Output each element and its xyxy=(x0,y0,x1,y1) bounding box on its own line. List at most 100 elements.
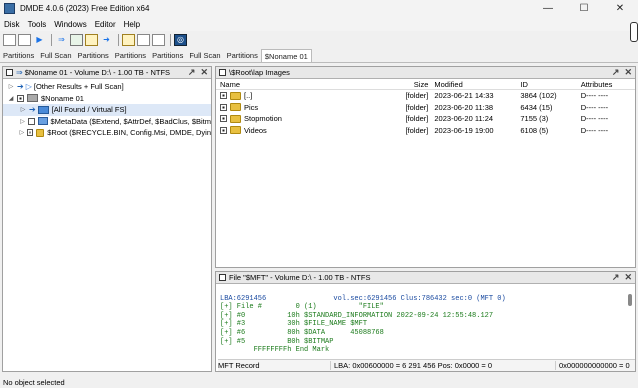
file-size: [folder] xyxy=(405,114,429,124)
column-size[interactable]: Size xyxy=(364,80,429,89)
folder-icon xyxy=(230,103,241,112)
tree-item-label: [All Found / Virtual FS] xyxy=(51,105,127,115)
file-id: 6434 (15) xyxy=(520,102,553,112)
menu-bar: Disk Tools Windows Editor Help xyxy=(0,17,638,31)
expand-icon[interactable]: ↗ xyxy=(612,67,620,78)
hex-view-icon[interactable] xyxy=(152,34,165,46)
tree-item[interactable]: ▷ ➔ ▷ [Other Results + Full Scan] xyxy=(3,81,211,93)
file-name: [..] xyxy=(244,91,253,101)
file-size: [folder] xyxy=(405,91,429,101)
file-id: 7155 (3) xyxy=(520,114,549,124)
panel-icon xyxy=(219,69,226,76)
close-icon[interactable]: ✕ xyxy=(200,67,208,78)
edit-icon[interactable] xyxy=(85,34,98,46)
tree-item-label: $MetaData ($Extend, $AttrDef, $BadClus, … xyxy=(50,116,211,126)
grid-icon[interactable] xyxy=(70,34,83,46)
record-status-bar: MFT Record LBA: 0x00600000 = 6 291 456 P… xyxy=(218,359,635,371)
file-name: Pics xyxy=(244,102,259,112)
collapse-arrow-icon[interactable]: ◢ xyxy=(7,95,15,102)
file-attributes: D---- ---- xyxy=(580,125,609,135)
close-button[interactable]: ✕ xyxy=(602,0,638,17)
expand-arrow-icon[interactable]: ▷ xyxy=(19,129,25,136)
tab-noname-01[interactable]: $Noname 01 xyxy=(260,49,312,62)
mft-record-panel: File "$MFT" - Volume D:\ - 1.00 TB - NTF… xyxy=(215,271,636,372)
tab-partitions[interactable]: Partitions xyxy=(149,49,186,62)
menu-tools[interactable]: Tools xyxy=(28,20,47,29)
file-name: Stopmotion xyxy=(244,114,282,124)
file-modified: 2023-06-20 11:24 xyxy=(434,114,494,124)
disk-image-icon[interactable]: ◎ xyxy=(174,34,187,46)
record-type: MFT Record xyxy=(218,361,260,370)
directory-tree: ▷ ➔ ▷ [Other Results + Full Scan] ◢ $Non… xyxy=(3,79,211,139)
tree-item[interactable]: ▷ $MetaData ($Extend, $AttrDef, $BadClus… xyxy=(3,116,211,128)
title-bar: DMDE 4.0.6 (2023) Free Edition x64 — ☐ ✕ xyxy=(0,0,638,17)
expand-arrow-icon[interactable]: ▷ xyxy=(19,106,27,113)
expand-icon[interactable]: ↗ xyxy=(612,272,620,283)
checkbox[interactable] xyxy=(220,126,227,134)
file-modified: 2023-06-20 11:38 xyxy=(434,102,494,112)
status-bar: No object selected xyxy=(0,376,638,388)
file-size: [folder] xyxy=(405,125,429,135)
toolbar-divider xyxy=(51,34,52,46)
menu-windows[interactable]: Windows xyxy=(54,20,86,29)
next-icon[interactable]: ➜ xyxy=(100,34,113,46)
column-id[interactable]: ID xyxy=(515,80,575,89)
checkbox[interactable] xyxy=(220,115,227,123)
close-icon[interactable]: ✕ xyxy=(624,272,632,283)
list-view-icon[interactable] xyxy=(137,34,150,46)
column-attributes[interactable]: Attributes xyxy=(576,80,635,89)
close-icon[interactable]: ✕ xyxy=(624,67,632,78)
expand-arrow-icon[interactable]: ▷ xyxy=(19,118,26,125)
checkbox[interactable] xyxy=(26,129,33,137)
menu-disk[interactable]: Disk xyxy=(4,20,20,29)
checkbox[interactable] xyxy=(220,92,227,100)
column-headers: Name Size Modified ID Attributes xyxy=(216,79,635,90)
expand-icon[interactable]: ↗ xyxy=(188,67,196,78)
file-id: 3864 (102) xyxy=(520,91,557,101)
partitions-icon[interactable] xyxy=(18,34,31,46)
arrow-icon: ➔ xyxy=(29,105,36,115)
tab-partitions[interactable]: Partitions xyxy=(224,49,261,62)
checkbox[interactable] xyxy=(28,117,35,125)
column-name[interactable]: Name xyxy=(216,80,364,89)
file-row[interactable]: [..] [folder] 2023-06-21 14:33 3864 (102… xyxy=(216,90,635,102)
file-row[interactable]: Pics [folder] 2023-06-20 11:38 6434 (15)… xyxy=(216,102,635,114)
menu-help[interactable]: Help xyxy=(124,20,140,29)
checkbox[interactable] xyxy=(17,94,24,102)
tree-item[interactable]: ◢ $Noname 01 xyxy=(3,93,211,105)
tree-item[interactable]: ▷ ➔ [All Found / Virtual FS] xyxy=(3,104,211,116)
drives-icon[interactable] xyxy=(3,34,16,46)
file-modified: 2023-06-19 19:00 xyxy=(434,125,494,135)
arrow-icon: ➔ xyxy=(17,82,24,92)
file-row[interactable]: Stopmotion [folder] 2023-06-20 11:24 715… xyxy=(216,113,635,125)
record-line: LBA:6291456 vol.sec:6291456 Clus:786432 … xyxy=(220,294,506,303)
scrollbar[interactable] xyxy=(628,294,632,306)
minimize-button[interactable]: — xyxy=(530,0,566,17)
tab-partitions[interactable]: Partitions xyxy=(75,49,112,62)
record-line: [+] #6 80h $DATA 45088768 xyxy=(220,328,384,337)
play-icon[interactable]: ▶ xyxy=(33,34,46,46)
tab-full-scan[interactable]: Full Scan xyxy=(186,49,223,62)
tab-partitions[interactable]: Partitions xyxy=(112,49,149,62)
panel-header: \$Root\lap Images ↗ ✕ xyxy=(216,67,635,79)
folder-icon xyxy=(35,128,45,137)
tree-item-label: $Noname 01 xyxy=(41,93,84,103)
go-icon[interactable]: ⇒ xyxy=(55,34,68,46)
folder-view-icon[interactable] xyxy=(122,34,135,46)
maximize-button[interactable]: ☐ xyxy=(566,0,602,17)
tab-partitions[interactable]: Partitions xyxy=(0,49,37,62)
metadata-icon xyxy=(37,117,48,126)
tree-item[interactable]: ▷ $Root ($RECYCLE.BIN, Config.Msi, DMDE,… xyxy=(3,127,211,139)
folder-icon xyxy=(230,126,241,135)
app-icon xyxy=(4,3,15,14)
tab-full-scan[interactable]: Full Scan xyxy=(37,49,74,62)
checkbox[interactable] xyxy=(220,103,227,111)
play-icon: ▷ xyxy=(25,82,32,92)
drive-icon xyxy=(27,94,38,103)
menu-editor[interactable]: Editor xyxy=(95,20,116,29)
column-modified[interactable]: Modified xyxy=(428,80,515,89)
record-line: FFFFFFFFh End Mark xyxy=(220,346,330,355)
file-row[interactable]: Videos [folder] 2023-06-19 19:00 6108 (5… xyxy=(216,125,635,137)
expand-arrow-icon[interactable]: ▷ xyxy=(7,83,15,90)
file-name: Videos xyxy=(244,125,267,135)
